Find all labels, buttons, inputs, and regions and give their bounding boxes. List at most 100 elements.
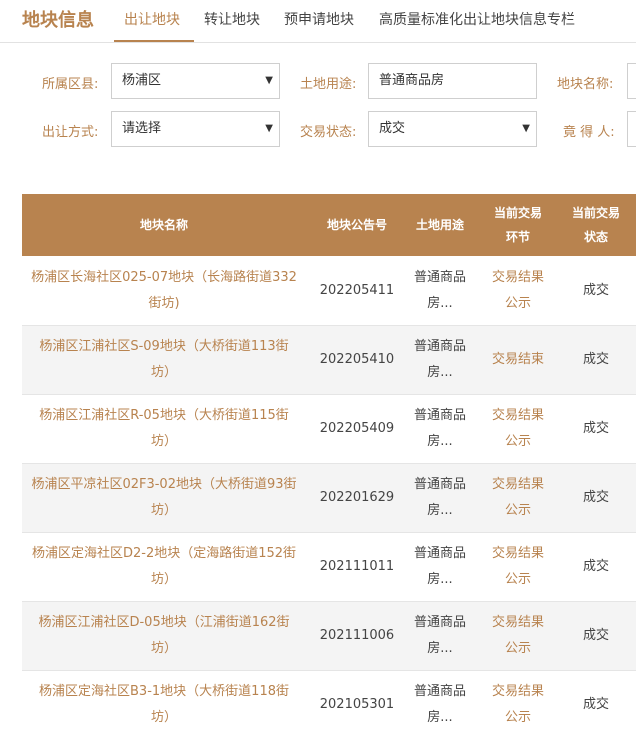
status-text: 成交 <box>582 421 609 436</box>
stage-link[interactable]: 交易结束 <box>472 347 564 373</box>
land-use-line1: 普通商品 <box>413 408 466 423</box>
land-name-link[interactable]: 杨浦区定海社区D2-2地块（定海路街道152街 坊） <box>22 541 306 593</box>
land-name-line2: 坊） <box>150 710 177 725</box>
land-use-line2: 房... <box>427 365 453 380</box>
table-row: 杨浦区定海社区D2-2地块（定海路街道152街 坊） 202111011 普通商… <box>22 533 636 602</box>
land-name-link[interactable]: 杨浦区平凉社区02F3-02地块（大桥街道93街 坊） <box>22 472 306 524</box>
land-use-line2: 房... <box>427 572 453 587</box>
land-name-line2: 坊） <box>150 641 177 656</box>
stage-line2: 公示 <box>504 710 531 725</box>
tab-resale[interactable]: 转让地块 <box>204 9 260 29</box>
district-label: 所属区县: <box>42 77 99 92</box>
stage-line1: 交易结果 <box>491 477 544 492</box>
land-name-line1: 杨浦区长海社区025-07地块（长海路街道332 <box>31 270 297 285</box>
land-name-link[interactable]: 杨浦区江浦社区D-05地块（江浦街道162街 坊） <box>22 610 306 662</box>
land-name-line1: 杨浦区江浦社区R-05地块（大桥街道115街 <box>39 408 289 423</box>
land-use-line1: 普通商品 <box>413 270 466 285</box>
land-name-input[interactable] <box>627 63 636 99</box>
land-use-line1: 普通商品 <box>413 684 466 699</box>
land-use-line1: 普通商品 <box>413 477 466 492</box>
notice-number: 202111011 <box>319 559 395 574</box>
land-name-line2: 坊） <box>150 365 177 380</box>
bidder-label: 竟 得 人: <box>563 125 615 140</box>
land-name-line1: 杨浦区定海社区D2-2地块（定海路街道152街 <box>31 546 297 561</box>
dropdown-caret-icon: ▼ <box>265 123 273 134</box>
land-use-line2: 房... <box>427 710 453 725</box>
status-text: 成交 <box>582 490 609 505</box>
stage-link[interactable]: 交易结果 公示 <box>472 403 564 455</box>
stage-link[interactable]: 交易结果 公示 <box>472 541 564 593</box>
table-row: 杨浦区江浦社区D-05地块（江浦街道162街 坊） 202111006 普通商品… <box>22 602 636 671</box>
status-text: 成交 <box>582 697 609 712</box>
dropdown-caret-icon: ▼ <box>522 123 530 134</box>
stage-line1: 交易结果 <box>491 270 544 285</box>
tab-transfer-out[interactable]: 出让地块 <box>124 9 180 29</box>
land-use: 普通商品 房... <box>408 334 472 386</box>
land-use-line1: 普通商品 <box>413 615 466 630</box>
notice-number: 202111006 <box>319 628 395 643</box>
table-row: 杨浦区定海社区B3-1地块（大桥街道118街 坊） 202105301 普通商品… <box>22 671 636 736</box>
status-text: 成交 <box>582 352 609 367</box>
land-use-line1: 普通商品 <box>413 546 466 561</box>
stage-link[interactable]: 交易结果 公示 <box>472 472 564 524</box>
land-name-line1: 杨浦区平凉社区02F3-02地块（大桥街道93街 <box>31 477 297 492</box>
stage-link[interactable]: 交易结果 公示 <box>472 265 564 317</box>
land-use-label: 土地用途: <box>300 77 357 92</box>
col-stage-line1: 当前交易 <box>493 206 542 220</box>
stage-line2: 公示 <box>504 434 531 449</box>
table-row: 杨浦区平凉社区02F3-02地块（大桥街道93街 坊） 202201629 普通… <box>22 464 636 533</box>
land-use-input[interactable]: 普通商品房 <box>368 63 537 99</box>
land-use-line2: 房... <box>427 296 453 311</box>
stage-line2: 公示 <box>504 572 531 587</box>
land-name-link[interactable]: 杨浦区定海社区B3-1地块（大桥街道118街 坊） <box>22 679 306 731</box>
stage-line1: 交易结果 <box>491 684 544 699</box>
stage-line1: 交易结束 <box>491 352 544 367</box>
bidder-input[interactable] <box>627 111 636 147</box>
table-row: 杨浦区长海社区025-07地块（长海路街道332 街坊) 202205411 普… <box>22 256 636 326</box>
land-name-link[interactable]: 杨浦区江浦社区S-09地块（大桥街道113街 坊） <box>22 334 306 386</box>
notice-number: 202205410 <box>319 352 395 367</box>
land-use: 普通商品 房... <box>408 679 472 731</box>
stage-line2: 公示 <box>504 503 531 518</box>
land-name-line1: 杨浦区江浦社区D-05地块（江浦街道162街 <box>38 615 290 630</box>
col-land-name: 地块名称 <box>139 218 188 232</box>
status-select[interactable]: 成交 ▼ <box>368 111 537 147</box>
status-label: 交易状态: <box>300 125 357 140</box>
col-status-line1: 当前交易 <box>571 206 620 220</box>
col-status-line2: 状态 <box>583 230 608 244</box>
land-name-line1: 杨浦区定海社区B3-1地块（大桥街道118街 <box>39 684 289 699</box>
col-stage: 当前交易 环节 <box>472 201 564 249</box>
col-notice-no: 地块公告号 <box>326 218 387 232</box>
land-name-link[interactable]: 杨浦区江浦社区R-05地块（大桥街道115街 坊） <box>22 403 306 455</box>
stage-link[interactable]: 交易结果 公示 <box>472 610 564 662</box>
land-name-label: 地块名称: <box>557 77 614 92</box>
land-name-line2: 坊） <box>150 503 177 518</box>
land-use-value: 普通商品房 <box>379 73 445 88</box>
col-land-use: 土地用途 <box>415 218 464 232</box>
method-label: 出让方式: <box>42 125 99 140</box>
district-value: 杨浦区 <box>122 73 162 88</box>
table-header: 地块名称 地块公告号 土地用途 当前交易 环节 当前交易 状态 <box>22 194 636 256</box>
land-use-line1: 普通商品 <box>413 339 466 354</box>
method-select[interactable]: 请选择 ▼ <box>111 111 280 147</box>
stage-line1: 交易结果 <box>491 615 544 630</box>
tab-pre-application[interactable]: 预申请地块 <box>284 9 354 29</box>
land-use: 普通商品 房... <box>408 541 472 593</box>
status-text: 成交 <box>582 628 609 643</box>
top-nav: 地块信息 出让地块 转让地块 预申请地块 高质量标准化出让地块信息专栏 <box>0 0 636 43</box>
land-name-line2: 坊） <box>150 434 177 449</box>
land-use-line2: 房... <box>427 641 453 656</box>
stage-link[interactable]: 交易结果 公示 <box>472 679 564 731</box>
section-title: 地块信息 <box>22 10 94 31</box>
land-name-link[interactable]: 杨浦区长海社区025-07地块（长海路街道332 街坊) <box>22 265 306 317</box>
tab-high-quality-column[interactable]: 高质量标准化出让地块信息专栏 <box>379 9 575 29</box>
district-select[interactable]: 杨浦区 ▼ <box>111 63 280 99</box>
stage-line2: 公示 <box>504 641 531 656</box>
method-value: 请选择 <box>122 121 162 136</box>
col-stage-line2: 环节 <box>505 230 530 244</box>
stage-line1: 交易结果 <box>491 546 544 561</box>
land-use: 普通商品 房... <box>408 472 472 524</box>
table-row: 杨浦区江浦社区S-09地块（大桥街道113街 坊） 202205410 普通商品… <box>22 326 636 395</box>
notice-number: 202105301 <box>319 697 395 712</box>
land-use-line2: 房... <box>427 434 453 449</box>
